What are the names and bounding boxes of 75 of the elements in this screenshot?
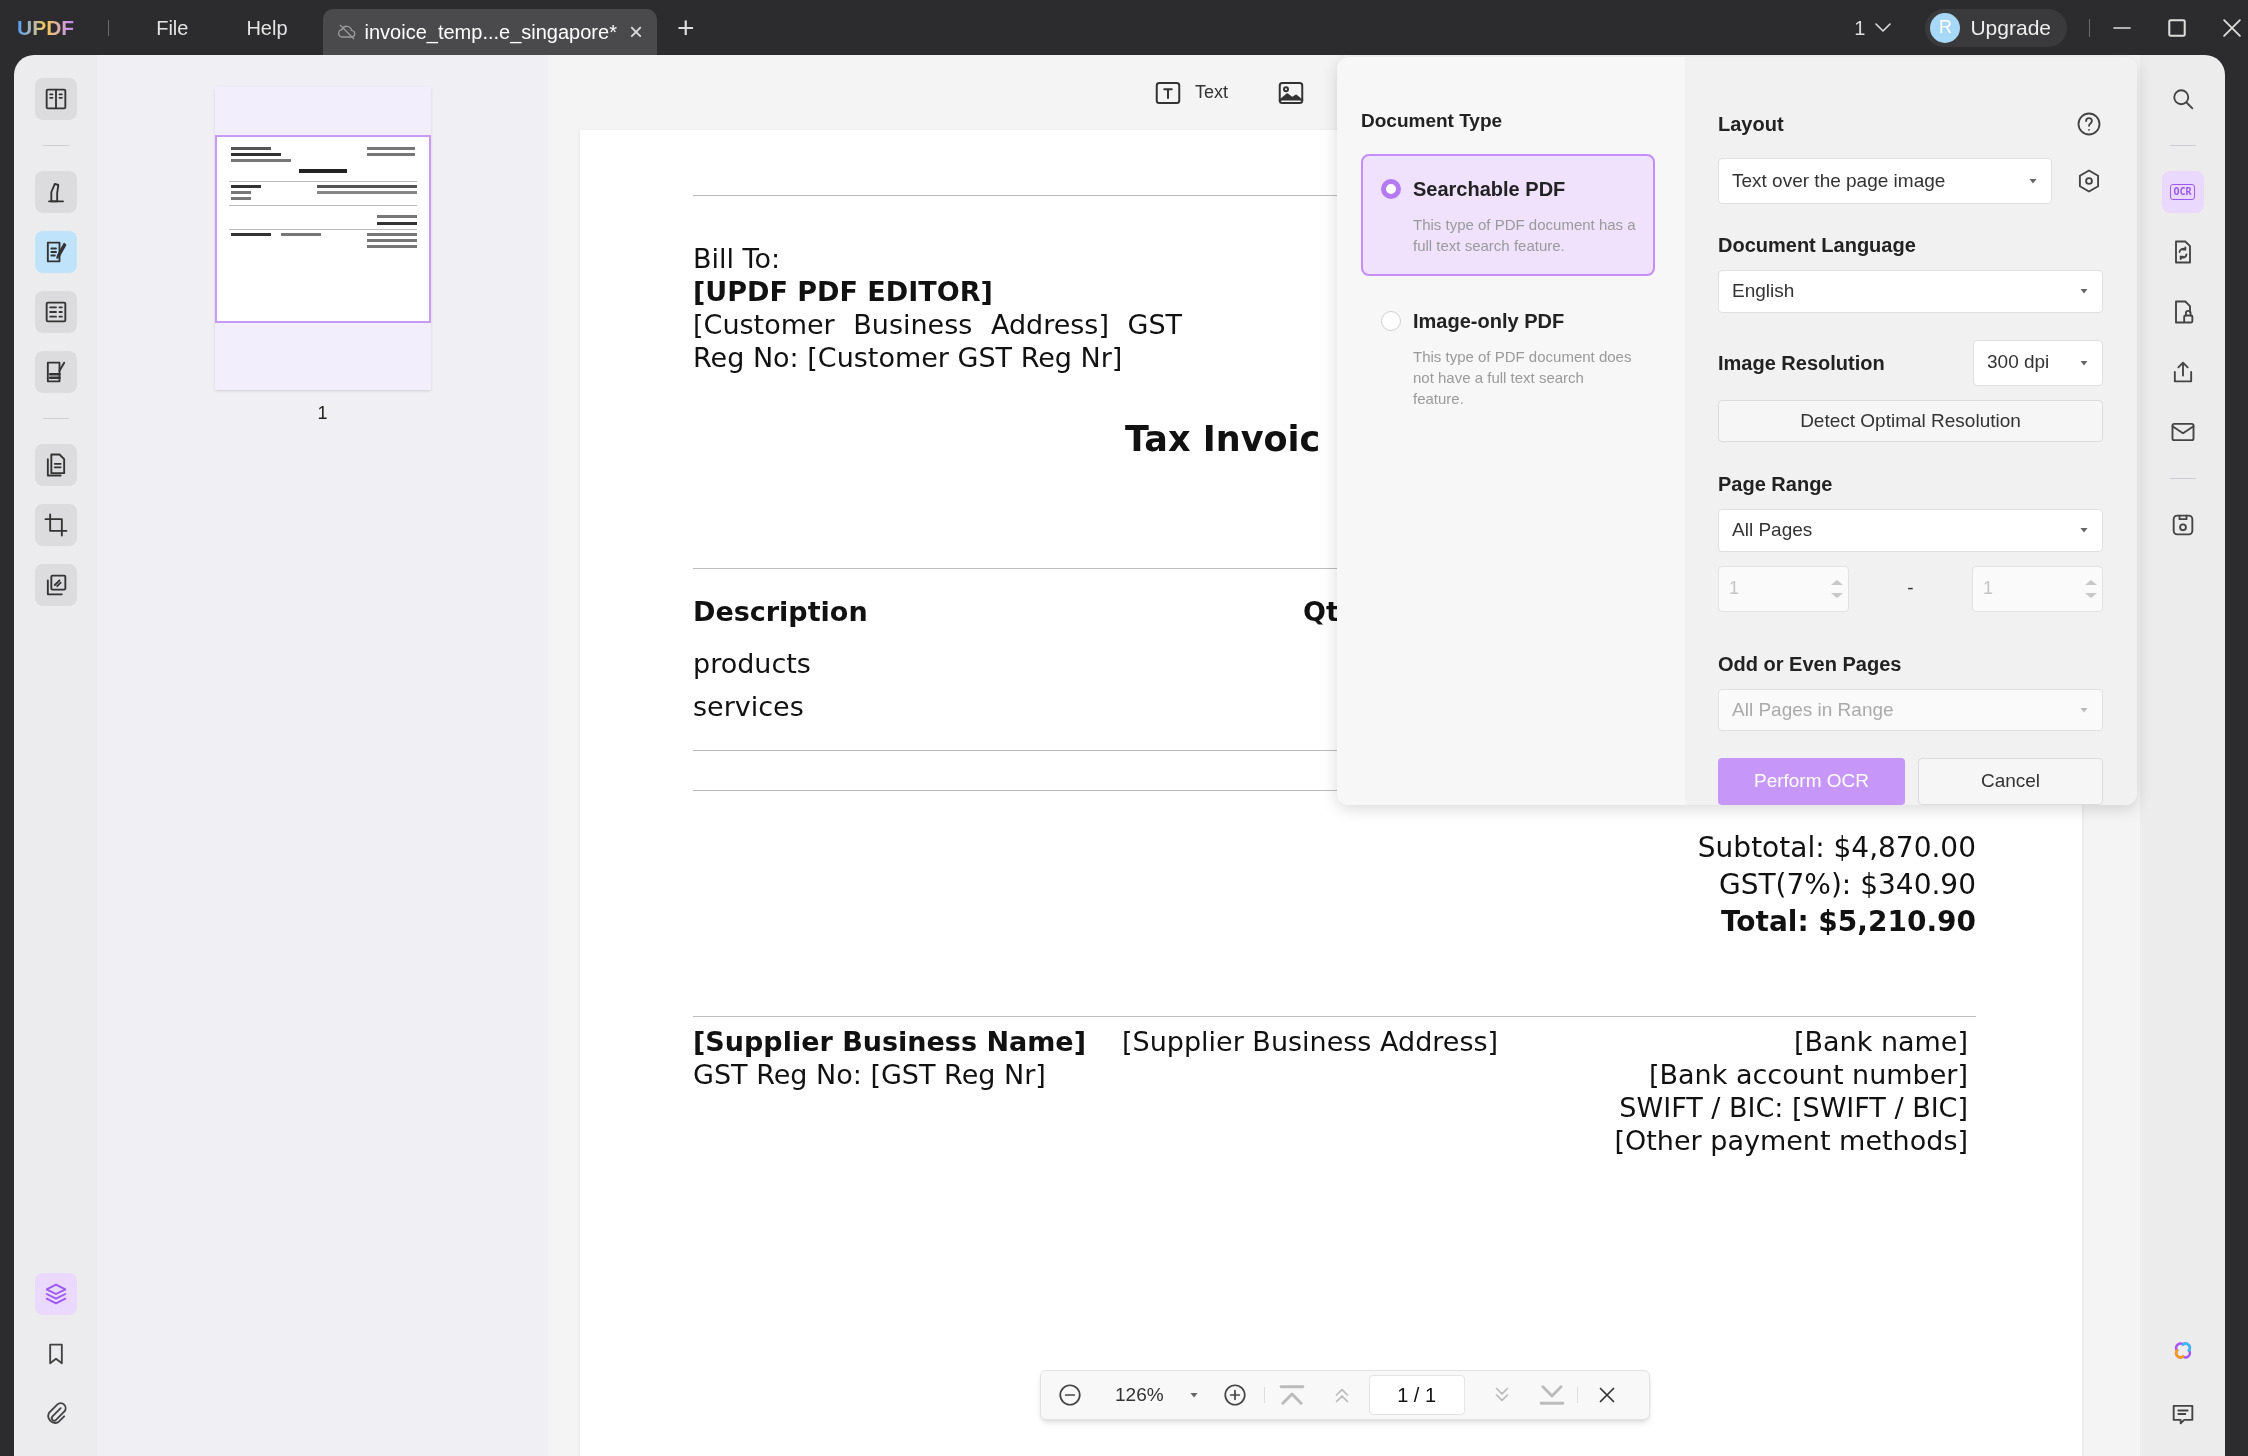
pages-button[interactable] xyxy=(34,444,77,486)
avatar: R xyxy=(1930,12,1961,43)
text-tool-button[interactable]: Text xyxy=(1153,77,1228,108)
bill-to-label: Bill To: xyxy=(693,242,781,275)
document-type-option[interactable]: Searchable PDF This type of PDF document has a full text search feature. xyxy=(1361,153,1655,276)
option-description: This type of PDF document does not have a full text search feature. xyxy=(1412,346,1633,409)
zoom-in-icon xyxy=(1221,1382,1248,1408)
bank-detail: [Other payment methods] xyxy=(1614,1124,1968,1157)
field-label: Image Resolution xyxy=(1718,350,1885,376)
new-tab-button[interactable]: + xyxy=(676,5,695,50)
help-icon[interactable] xyxy=(2075,110,2103,138)
tab-title: invoice_temp...e_singapore* xyxy=(364,20,617,46)
field-label: Layout xyxy=(1718,112,1784,137)
radio-button[interactable] xyxy=(1381,310,1401,331)
table-cell: services xyxy=(693,690,804,723)
column-header: Qt xyxy=(1303,595,1339,629)
address-line: [Customer Business Address] GST xyxy=(693,308,1183,341)
upgrade-label: Upgrade xyxy=(1970,14,2051,41)
menu-item[interactable]: File xyxy=(156,12,189,43)
page-thumbnail[interactable] xyxy=(214,87,431,390)
dropdown[interactable]: Text over the page image xyxy=(1718,158,2052,204)
page-pen-button[interactable] xyxy=(34,231,77,273)
page-list-button[interactable] xyxy=(34,291,77,333)
range-separator: - xyxy=(1907,576,1914,601)
total-text: Total: $5,210.90 xyxy=(1720,904,1976,940)
dropdown[interactable]: 300 dpi xyxy=(1973,339,2103,386)
bank-detail: [Bank account number] xyxy=(1649,1058,1968,1091)
cloud-off-icon xyxy=(336,22,357,42)
menu-item[interactable]: Help xyxy=(246,12,288,43)
stack-button[interactable] xyxy=(34,564,77,606)
radio-button[interactable] xyxy=(1381,178,1401,199)
section-heading: Document Type xyxy=(1361,109,1504,133)
cancel-button[interactable]: Cancel xyxy=(1918,758,2103,805)
bank-detail: [Bank name] xyxy=(1793,1025,1968,1058)
zoom-level[interactable]: 126% xyxy=(1115,1380,1164,1410)
layers-button[interactable] xyxy=(34,1273,77,1315)
table-cell: products xyxy=(693,647,811,680)
page-sign-button[interactable] xyxy=(34,351,77,393)
dropdown[interactable]: English xyxy=(1718,270,2103,313)
column-header: Description xyxy=(693,595,869,629)
page-number-field[interactable]: 1 / 1 xyxy=(1368,1375,1465,1415)
supplier-address: [Supplier Business Address] xyxy=(1122,1025,1500,1058)
tab-close-button[interactable]: × xyxy=(628,20,643,44)
marker-button[interactable] xyxy=(34,171,77,213)
gst-text: GST(7%): $340.90 xyxy=(1719,867,1976,903)
subtotal-text: Subtotal: $4,870.00 xyxy=(1697,830,1976,866)
company-name: [UPDF PDF EDITOR] xyxy=(693,275,993,308)
invoice-title: Tax Invoic xyxy=(1125,418,1321,461)
field-label: Document Language xyxy=(1718,233,1917,258)
minimize-icon xyxy=(2113,26,2131,29)
supplier-name: [Supplier Business Name] xyxy=(693,1025,1087,1058)
bank-detail: SWIFT / BIC: [SWIFT / BIC] xyxy=(1619,1091,1968,1124)
book-button[interactable] xyxy=(34,78,77,120)
stepper-icon xyxy=(1831,579,1843,598)
maximize-icon xyxy=(2168,18,2186,37)
option-title: Image-only PDF xyxy=(1413,308,1565,334)
page-selector[interactable]: 1 xyxy=(1854,12,1892,43)
last-page-icon xyxy=(1538,1385,1565,1405)
address-line: Reg No: [Customer GST Reg Nr] xyxy=(693,341,1123,374)
document-tab[interactable]: invoice_temp...e_singapore* × xyxy=(322,9,657,55)
detect-resolution-button[interactable]: Detect Optimal Resolution xyxy=(1718,399,2103,442)
first-page-icon xyxy=(1278,1385,1305,1405)
page-number: 1 xyxy=(317,402,328,425)
upgrade-button[interactable]: R Upgrade xyxy=(1925,8,2067,47)
option-title: Searchable PDF xyxy=(1413,176,1566,202)
option-description: This type of PDF document has a full text search feature. xyxy=(1412,214,1637,256)
close-icon xyxy=(2223,18,2241,37)
supplier-reg-number: GST Reg No: [GST Reg Nr] xyxy=(693,1058,1047,1091)
document-type-option[interactable]: Image-only PDF This type of PDF document does not have a full text search feature. xyxy=(1361,285,1655,429)
crop-button[interactable] xyxy=(34,504,77,546)
chevron-down-icon xyxy=(1875,23,1892,32)
field-label: Odd or Even Pages xyxy=(1718,651,1903,677)
zoom-out-icon xyxy=(1057,1382,1083,1408)
field-label: Page Range xyxy=(1718,472,1834,497)
stepper-icon xyxy=(2085,579,2097,598)
